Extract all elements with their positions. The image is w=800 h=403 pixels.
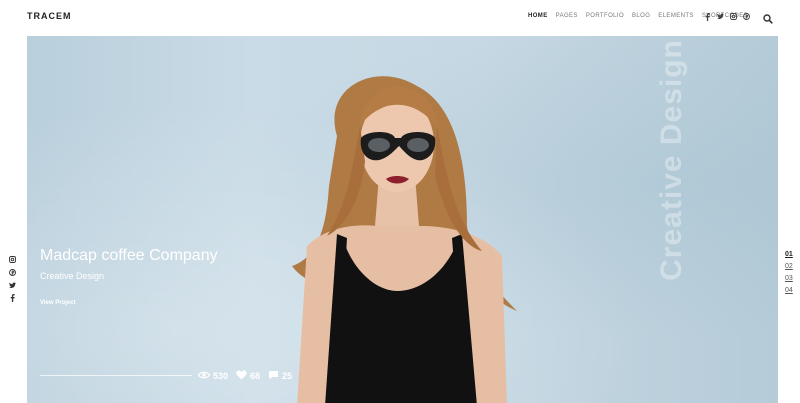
- pager-item-02[interactable]: 02: [785, 263, 793, 270]
- views-count: 530: [213, 371, 229, 381]
- hero-image-woman: [292, 76, 517, 403]
- pager-item-04[interactable]: 04: [785, 287, 793, 294]
- nav-item-portfolio[interactable]: PORTFOLIO: [586, 13, 624, 19]
- comments-stat[interactable]: 25: [268, 370, 292, 382]
- site-header: TRACEM HOME PAGES PORTFOLIO BLOG ELEMENT…: [0, 0, 800, 36]
- eye-icon: [197, 371, 211, 381]
- slide-pager: 01 02 03 04: [785, 251, 793, 294]
- nav-item-home[interactable]: HOME: [528, 13, 548, 19]
- header-social: [704, 12, 750, 21]
- search-icon[interactable]: [763, 11, 773, 29]
- pager-item-01[interactable]: 01: [785, 251, 793, 258]
- comment-icon: [268, 370, 279, 382]
- heart-icon: [236, 370, 247, 382]
- pinterest-icon[interactable]: [9, 268, 16, 276]
- hero-slider[interactable]: Creative Design Madcap coffee Company Cr…: [27, 36, 778, 403]
- facebook-icon[interactable]: [9, 294, 16, 302]
- comments-count: 25: [282, 371, 293, 381]
- hero-subtitle: Creative Design: [40, 271, 105, 281]
- hero-title: Madcap coffee Company: [40, 247, 218, 264]
- twitter-icon[interactable]: [9, 281, 16, 289]
- instagram-icon[interactable]: [730, 12, 737, 21]
- post-stats: 530 68 25: [197, 370, 292, 382]
- vertical-caption: Creative Design: [655, 39, 688, 281]
- site-logo[interactable]: TRACEM: [27, 11, 72, 21]
- pager-item-03[interactable]: 03: [785, 275, 793, 282]
- pinterest-icon[interactable]: [743, 12, 750, 21]
- side-social: [9, 255, 16, 302]
- likes-stat[interactable]: 68: [236, 370, 260, 382]
- nav-item-elements[interactable]: ELEMENTS: [658, 13, 694, 19]
- nav-item-blog[interactable]: BLOG: [632, 13, 650, 19]
- instagram-icon[interactable]: [9, 255, 16, 263]
- nav-item-pages[interactable]: PAGES: [556, 13, 578, 19]
- view-project-link[interactable]: View Project: [40, 300, 76, 306]
- slide-progress-line: [40, 375, 192, 376]
- views-stat: 530: [197, 370, 229, 382]
- twitter-icon[interactable]: [717, 12, 724, 21]
- likes-count: 68: [250, 371, 261, 381]
- facebook-icon[interactable]: [704, 12, 711, 21]
